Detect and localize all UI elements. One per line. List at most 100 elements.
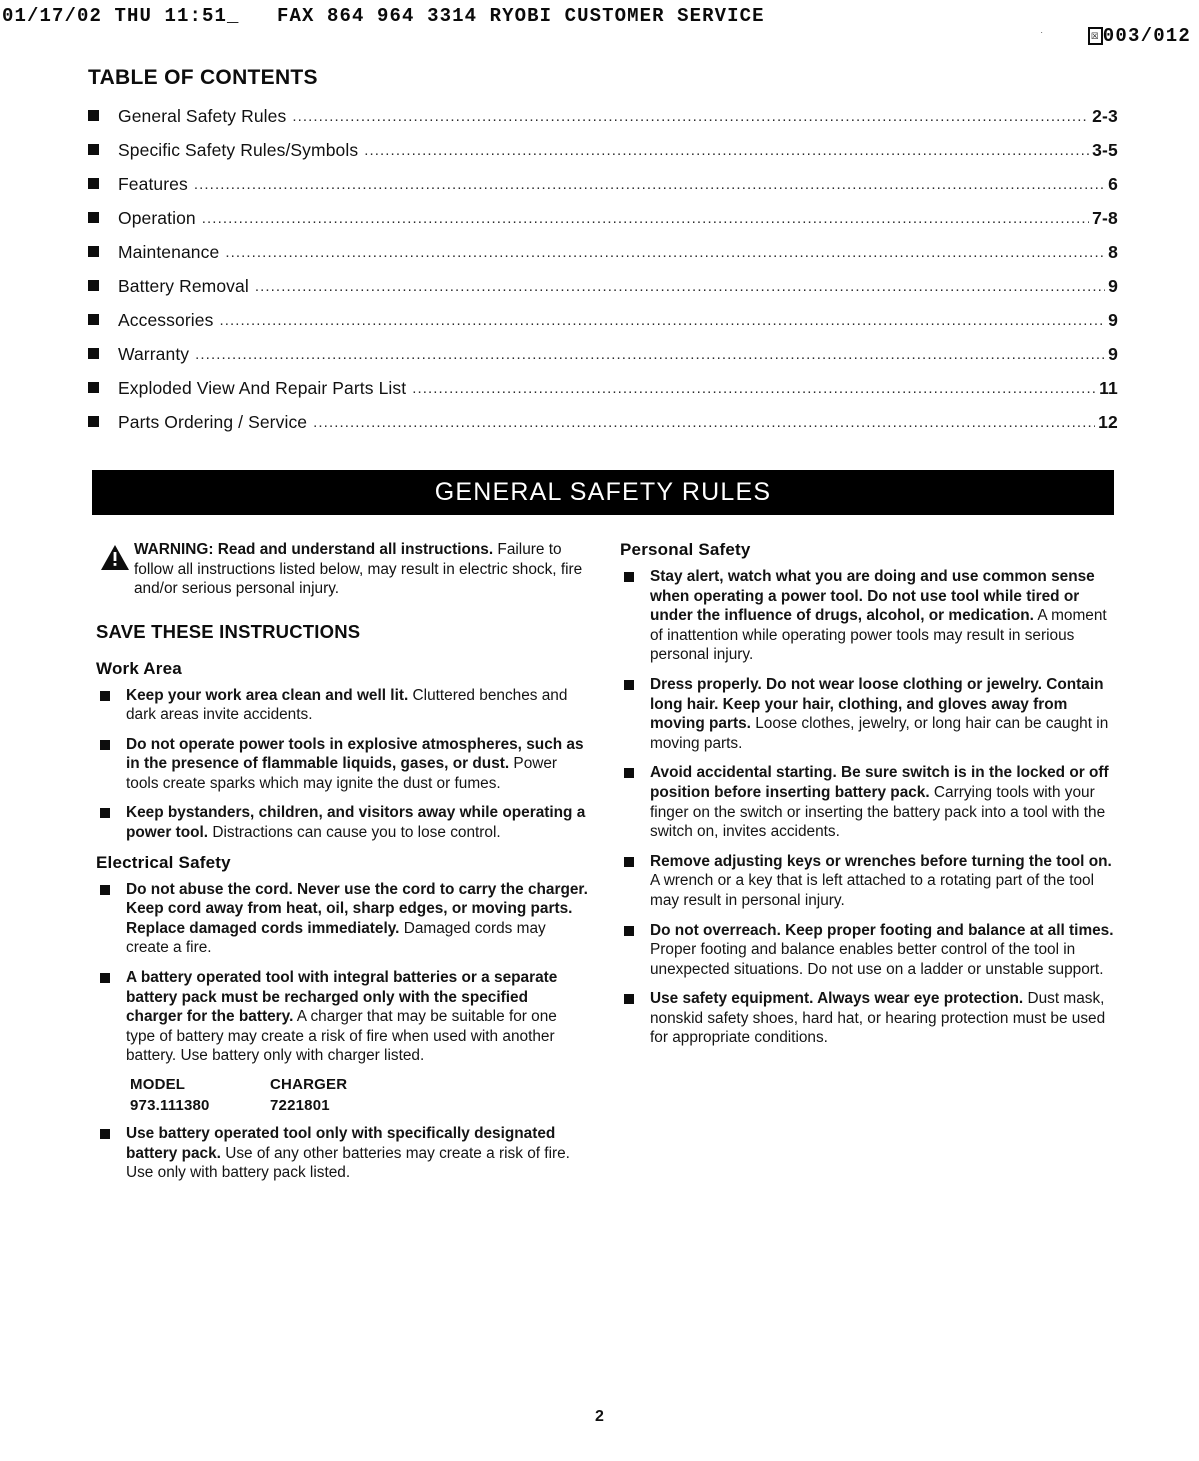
toc-entry-page: 2-3 bbox=[1092, 106, 1118, 126]
table-of-contents: TABLE OF CONTENTS General Safety Rules .… bbox=[88, 66, 1118, 446]
toc-entry-label: Operation bbox=[118, 208, 196, 228]
toc-entry-page: 9 bbox=[1108, 344, 1118, 364]
list-item: Do not operate power tools in explosive … bbox=[96, 735, 588, 794]
bullet-bold-lead: Stay alert, watch what you are doing and… bbox=[650, 568, 1095, 625]
bullet-bold-lead: Remove adjusting keys or wrenches before… bbox=[650, 852, 1112, 870]
toc-leader-dots: ........................................… bbox=[364, 142, 1089, 159]
toc-title: TABLE OF CONTENTS bbox=[88, 66, 318, 89]
toc-entry-label: Parts Ordering / Service bbox=[118, 412, 308, 432]
toc-entry-page: 3-5 bbox=[1092, 140, 1118, 160]
toc-entry-parts-ordering-service[interactable]: Parts Ordering / Service ...............… bbox=[88, 412, 1118, 446]
toc-leader-dots: ........................................… bbox=[225, 244, 1105, 261]
column-header-model: MODEL bbox=[130, 1076, 186, 1093]
electrical-safety-bullet-list: Do not abuse the cord. Never use the cor… bbox=[96, 880, 588, 1066]
list-item: Stay alert, watch what you are doing and… bbox=[620, 567, 1116, 665]
square-bullet-icon bbox=[88, 314, 99, 325]
toc-leader-dots: ........................................… bbox=[313, 414, 1096, 431]
bullet-rest: A wrench or a key that is left attached … bbox=[650, 872, 1095, 909]
right-column: Personal Safety Stay alert, watch what y… bbox=[620, 540, 1116, 1058]
square-bullet-icon bbox=[100, 1129, 110, 1139]
warning-bold-lead: WARNING: Read and understand all instruc… bbox=[134, 541, 494, 558]
column-header-charger: CHARGER bbox=[270, 1076, 348, 1093]
bullet-rest: Distractions can cause you to lose contr… bbox=[208, 824, 501, 842]
square-bullet-icon bbox=[100, 973, 110, 984]
warning-text: WARNING: Read and understand all instruc… bbox=[134, 540, 588, 599]
list-item: Keep bystanders, children, and visitors … bbox=[96, 803, 588, 842]
save-instructions-heading: SAVE THESE INSTRUCTIONS bbox=[96, 620, 361, 642]
document-page: TABLE OF CONTENTS General Safety Rules .… bbox=[0, 40, 1199, 1461]
toc-leader-dots: ........................................… bbox=[193, 176, 1106, 193]
square-bullet-icon bbox=[624, 679, 634, 690]
toc-entry-warranty[interactable]: Warranty ...............................… bbox=[88, 344, 1118, 378]
battery-pack-bullet-list: Use battery operated tool only with spec… bbox=[96, 1124, 588, 1183]
toc-entry-page: 9 bbox=[1108, 276, 1118, 296]
scan-speck: · bbox=[1104, 28, 1107, 37]
toc-entry-label: Warranty bbox=[118, 344, 190, 364]
toc-entry-general-safety-rules[interactable]: General Safety Rules ...................… bbox=[88, 106, 1118, 140]
toc-leader-dots: ........................................… bbox=[201, 210, 1090, 227]
toc-entry-label: Battery Removal bbox=[118, 276, 249, 296]
toc-entry-label: General Safety Rules bbox=[118, 106, 287, 126]
square-bullet-icon bbox=[88, 144, 99, 155]
toc-entry-label: Features bbox=[118, 174, 188, 194]
list-item: Use battery operated tool only with spec… bbox=[96, 1124, 588, 1183]
list-item: Do not overreach. Keep proper footing an… bbox=[620, 921, 1116, 980]
list-item: Do not abuse the cord. Never use the cor… bbox=[96, 880, 588, 958]
cell-charger-value: 7221801 bbox=[270, 1097, 330, 1114]
square-bullet-icon bbox=[100, 690, 110, 701]
toc-leader-dots: ........................................… bbox=[254, 278, 1106, 295]
page-number: 2 bbox=[595, 1408, 604, 1425]
square-bullet-icon bbox=[88, 110, 99, 121]
square-bullet-icon bbox=[88, 382, 99, 393]
toc-leader-dots: ........................................… bbox=[292, 108, 1089, 125]
model-charger-table: MODEL CHARGER 973.111380 7221801 bbox=[130, 1076, 588, 1114]
square-bullet-icon bbox=[88, 348, 99, 359]
toc-entry-specific-safety-rules-symbols[interactable]: Specific Safety Rules/Symbols ..........… bbox=[88, 140, 1118, 174]
work-area-heading: Work Area bbox=[96, 658, 182, 678]
toc-entry-page: 8 bbox=[1108, 242, 1118, 262]
bullet-bold-lead: Do not overreach. Keep proper footing an… bbox=[650, 921, 1114, 939]
table-header-row: MODEL CHARGER bbox=[130, 1076, 588, 1093]
list-item: A battery operated tool with integral ba… bbox=[96, 968, 588, 1066]
toc-entry-page: 7-8 bbox=[1092, 208, 1118, 228]
scan-speck: · bbox=[1040, 28, 1043, 37]
toc-entry-page: 9 bbox=[1108, 310, 1118, 330]
square-bullet-icon bbox=[88, 280, 99, 291]
toc-leader-dots: ........................................… bbox=[195, 346, 1105, 363]
toc-entry-label: Maintenance bbox=[118, 242, 220, 262]
fax-header-line: 01/17/02 THU 11:51_ FAX 864 964 3314 RYO… bbox=[2, 5, 765, 27]
toc-entry-features[interactable]: Features ...............................… bbox=[88, 174, 1118, 208]
cell-model-value: 973.111380 bbox=[130, 1097, 210, 1114]
square-bullet-icon bbox=[624, 994, 634, 1005]
bullet-bold-lead: Keep your work area clean and well lit. bbox=[126, 686, 409, 704]
toc-entry-operation[interactable]: Operation ..............................… bbox=[88, 208, 1118, 242]
section-banner-title: GENERAL SAFETY RULES bbox=[434, 478, 772, 506]
square-bullet-icon bbox=[88, 178, 99, 189]
warning-triangle-icon bbox=[101, 545, 129, 570]
list-item: Use safety equipment. Always wear eye pr… bbox=[620, 989, 1116, 1048]
square-bullet-icon bbox=[100, 808, 110, 819]
fax-header-strip: 01/17/02 THU 11:51_ FAX 864 964 3314 RYO… bbox=[0, 0, 1199, 47]
toc-entry-accessories[interactable]: Accessories ............................… bbox=[88, 310, 1118, 344]
toc-entry-maintenance[interactable]: Maintenance ............................… bbox=[88, 242, 1118, 276]
left-column: WARNING: Read and understand all instruc… bbox=[96, 540, 588, 1193]
warning-callout: WARNING: Read and understand all instruc… bbox=[96, 540, 588, 599]
list-item: Avoid accidental starting. Be sure switc… bbox=[620, 763, 1116, 841]
square-bullet-icon bbox=[624, 856, 634, 867]
personal-safety-heading: Personal Safety bbox=[620, 540, 751, 559]
toc-leader-dots: ........................................… bbox=[219, 312, 1105, 329]
electrical-safety-heading: Electrical Safety bbox=[96, 852, 231, 872]
toc-entry-exploded-view-and-repair-parts-list[interactable]: Exploded View And Repair Parts List ....… bbox=[88, 378, 1118, 412]
table-row: 973.111380 7221801 bbox=[130, 1097, 588, 1114]
list-item: Keep your work area clean and well lit. … bbox=[96, 686, 588, 725]
work-area-bullet-list: Keep your work area clean and well lit. … bbox=[96, 686, 588, 843]
list-item: Dress properly. Do not wear loose clothi… bbox=[620, 675, 1116, 753]
square-bullet-icon bbox=[624, 768, 634, 779]
square-bullet-icon bbox=[88, 416, 99, 427]
toc-entry-battery-removal[interactable]: Battery Removal ........................… bbox=[88, 276, 1118, 310]
square-bullet-icon bbox=[100, 739, 110, 750]
toc-entry-page: 6 bbox=[1108, 174, 1118, 194]
list-item: Remove adjusting keys or wrenches before… bbox=[620, 852, 1116, 911]
section-banner: GENERAL SAFETY RULES bbox=[92, 470, 1114, 515]
bullet-rest: Proper footing and balance enables bette… bbox=[650, 941, 1104, 978]
